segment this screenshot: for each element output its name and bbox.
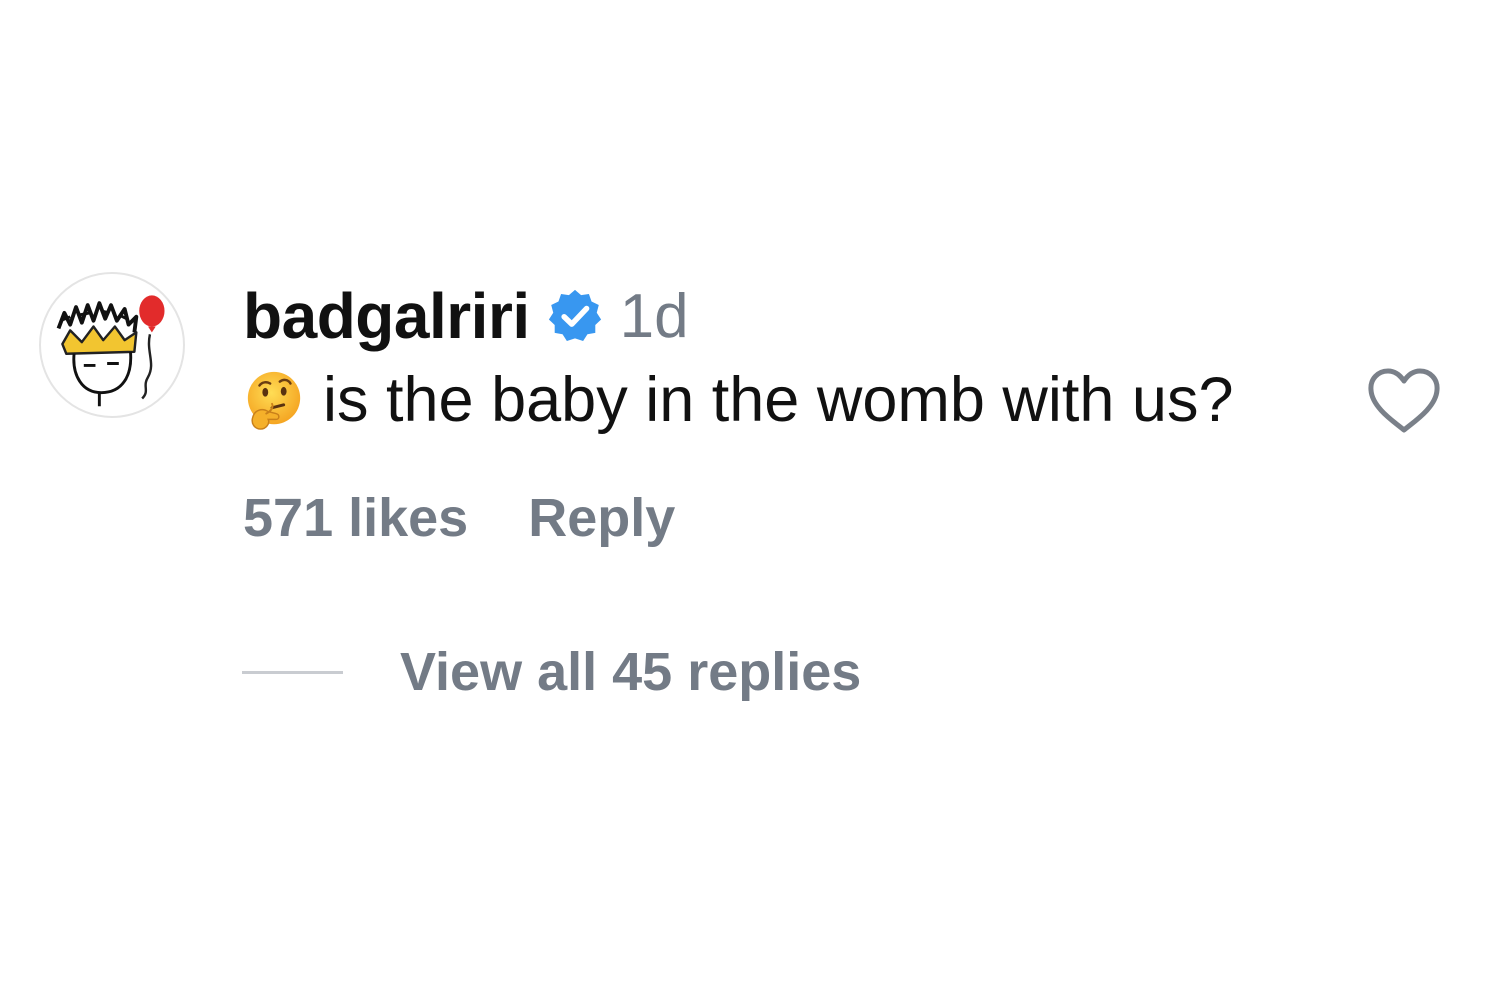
comment-header: badgalriri 1d [243, 276, 689, 356]
comment-body: is the baby in the womb with us? [243, 360, 1234, 440]
thinking-face-icon [243, 369, 305, 431]
view-replies-row[interactable]: View all 45 replies [242, 634, 861, 710]
comment-actions: 571 likes Reply [243, 480, 675, 556]
view-replies-button[interactable]: View all 45 replies [400, 641, 861, 703]
timestamp: 1d [619, 281, 689, 351]
replies-divider-line [242, 670, 343, 674]
avatar-drawing-icon [56, 295, 165, 407]
likes-count[interactable]: 571 likes [243, 487, 468, 549]
verified-badge-icon [546, 287, 604, 345]
comment: badgalriri 1d is the baby in the womb wi… [0, 0, 1500, 1000]
reply-button[interactable]: Reply [528, 487, 675, 549]
comment-text: is the baby in the womb with us? [323, 365, 1234, 435]
like-heart-icon[interactable] [1366, 366, 1442, 436]
avatar[interactable] [39, 272, 185, 418]
username[interactable]: badgalriri [243, 279, 530, 353]
